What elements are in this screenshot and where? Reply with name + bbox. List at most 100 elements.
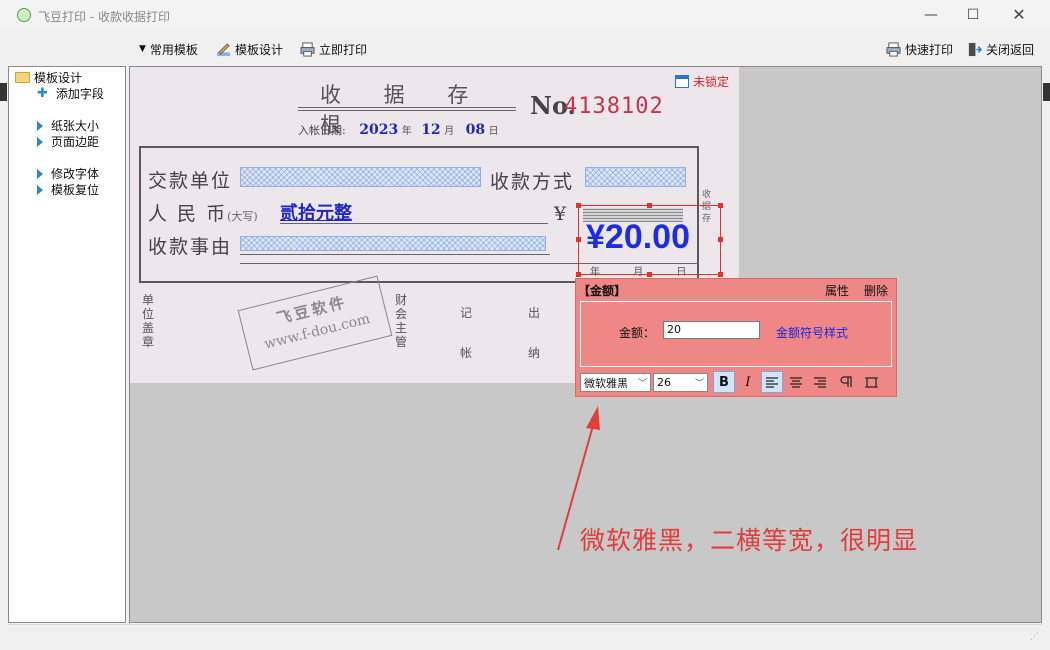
yen-symbol: ¥: [554, 203, 569, 225]
align-left-icon: [766, 376, 778, 388]
design-template-button[interactable]: 模板设计: [216, 40, 283, 58]
folder-icon: [15, 72, 30, 83]
tree-item-label: 页面边距: [51, 135, 100, 149]
plus-icon: ✚: [37, 85, 48, 101]
window-icon: [675, 75, 689, 88]
chevron-down-icon: ﹀: [637, 379, 647, 389]
close-window-button[interactable]: ✕: [1004, 4, 1034, 26]
resize-handle[interactable]: [576, 272, 581, 277]
tree-item-change-font[interactable]: 修改字体: [37, 165, 99, 182]
rmb-label-text: 人 民 币: [148, 203, 228, 225]
status-bar: ⋰: [8, 624, 1042, 642]
bold-button[interactable]: B: [713, 371, 735, 393]
triangle-right-icon: [37, 120, 43, 131]
paragraph-button[interactable]: [835, 371, 857, 393]
resize-handle[interactable]: [718, 237, 723, 242]
maximize-button[interactable]: ☐: [958, 4, 988, 26]
templates-menu-button[interactable]: ▼ 常用模板: [139, 40, 198, 58]
date-year-unit: 年: [401, 126, 412, 137]
tree-item-label: 修改字体: [51, 167, 100, 181]
delete-link[interactable]: 删除: [864, 282, 888, 299]
tree-item-label: 添加字段: [55, 87, 104, 101]
tree-root-label: 模板设计: [34, 71, 83, 85]
toolbar: ▼ 常用模板 模板设计 立即打印 快速打印 关闭返回: [0, 30, 1050, 66]
font-size-value: 26: [657, 376, 671, 389]
resize-handle[interactable]: [647, 272, 652, 277]
triangle-right-icon: [37, 136, 43, 147]
printer-icon: [886, 41, 901, 57]
reason-underline: [240, 254, 550, 255]
printer-icon: [300, 41, 315, 57]
date-day: 08: [465, 122, 486, 138]
selected-amount-field[interactable]: [578, 205, 721, 275]
resize-handle[interactable]: [576, 237, 581, 242]
date-label-text: 入帐日期:: [298, 124, 346, 137]
title-underline: [298, 110, 516, 111]
design-label: 模板设计: [235, 42, 284, 57]
tree-item-paper-size[interactable]: 纸张大小: [37, 117, 99, 134]
date-month: 12: [421, 122, 441, 138]
align-right-button[interactable]: [809, 371, 831, 393]
receipt-no-value: 4138102: [564, 94, 664, 119]
date-year: 2023: [359, 122, 399, 138]
properties-link[interactable]: 属性: [825, 282, 849, 299]
close-return-button[interactable]: 关闭返回: [967, 40, 1034, 58]
font-size-select[interactable]: 26 ﹀: [653, 373, 708, 392]
method-label: 收款方式: [490, 171, 575, 193]
tree-root-template-design[interactable]: 模板设计: [15, 69, 82, 86]
payer-label: 交款单位: [148, 170, 233, 192]
paragraph-icon: [840, 376, 852, 387]
template-tree-panel: 模板设计 ✚ 添加字段 纸张大小 页面边距 修改字体 模板复位: [8, 66, 126, 623]
unit-stamp-label: 单位盖章: [142, 293, 155, 349]
pen-icon: [216, 42, 231, 56]
title-bar: 飞豆打印 - 收款收据打印 — ☐ ✕: [0, 0, 1050, 30]
background-window-edge: [0, 83, 7, 101]
date-day-unit: 日: [488, 126, 499, 137]
exit-door-icon: [968, 42, 982, 56]
resize-handle[interactable]: [647, 203, 652, 208]
lock-toggle[interactable]: 未锁定: [675, 73, 729, 90]
quick-print-label: 快速打印: [905, 42, 954, 57]
resize-handle[interactable]: [576, 203, 581, 208]
triangle-right-icon: [37, 184, 43, 195]
date-month-unit: 月: [444, 126, 455, 137]
triangle-right-icon: [37, 168, 43, 179]
amount-input[interactable]: 20: [663, 321, 760, 339]
tree-item-page-margin[interactable]: 页面边距: [37, 133, 99, 150]
tree-item-reset-template[interactable]: 模板复位: [37, 181, 99, 198]
fit-size-button[interactable]: [860, 371, 882, 393]
print-now-label: 立即打印: [319, 42, 368, 57]
font-family-value: 微软雅黑: [584, 376, 628, 390]
align-center-button[interactable]: [785, 371, 807, 393]
popup-inner-box: 金额： 20 金额符号样式: [580, 301, 892, 367]
reason-field[interactable]: [240, 236, 546, 251]
minimize-button[interactable]: —: [916, 4, 946, 26]
amount-field-label: 金额：: [619, 326, 656, 340]
payer-field[interactable]: [240, 167, 481, 187]
templates-label: 常用模板: [149, 42, 198, 57]
dropdown-arrow-icon: ▼: [139, 44, 146, 54]
resize-handle[interactable]: [718, 272, 723, 277]
italic-button[interactable]: I: [737, 371, 759, 393]
quick-print-button[interactable]: 快速打印: [886, 40, 953, 58]
rmb-uppercase-value[interactable]: 贰拾元整: [280, 199, 352, 225]
resize-handle[interactable]: [718, 203, 723, 208]
annotation-text: 微软雅黑，二横等宽，很明显: [580, 526, 919, 555]
amount-symbol-style-link[interactable]: 金额符号样式: [776, 324, 848, 341]
app-icon: [17, 8, 31, 22]
window-title: 飞豆打印 - 收款收据打印: [38, 10, 170, 24]
resize-grip-icon[interactable]: ⋰: [1030, 632, 1039, 642]
align-right-icon: [814, 376, 826, 388]
font-family-select[interactable]: 微软雅黑 ﹀: [580, 373, 651, 392]
tree-item-add-field[interactable]: ✚ 添加字段: [37, 85, 104, 102]
align-left-button[interactable]: [761, 371, 783, 393]
background-window-edge: [1043, 83, 1050, 101]
rmb-sub-label: (大写): [227, 210, 258, 223]
field-property-popup: 【金额】 属性 删除 金额： 20 金额符号样式 微软雅黑 ﹀ 26 ﹀ B I: [575, 278, 897, 397]
method-field[interactable]: [585, 167, 686, 187]
lock-status-label: 未锁定: [693, 75, 730, 89]
print-now-button[interactable]: 立即打印: [300, 40, 367, 58]
tree-item-label: 纸张大小: [51, 119, 100, 133]
resize-frame-icon: [864, 376, 878, 388]
cashier-label: 出纳: [528, 306, 541, 360]
